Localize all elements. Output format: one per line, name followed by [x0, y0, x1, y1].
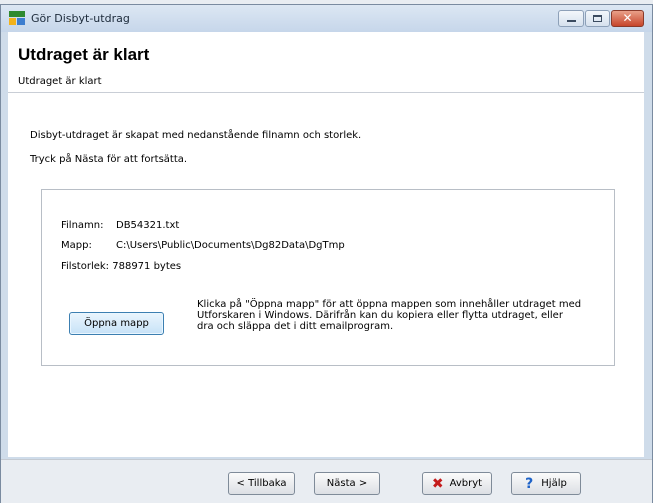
- filesize-value: 788971 bytes: [112, 261, 182, 272]
- back-button[interactable]: < Tillbaka: [228, 472, 295, 495]
- filename-row: Filnamn: DB54321.txt: [61, 220, 179, 231]
- maximize-button[interactable]: [585, 10, 610, 27]
- back-button-label: < Tillbaka: [236, 478, 287, 489]
- next-button-label: Nästa >: [326, 478, 368, 489]
- app-icon: [9, 11, 25, 25]
- folder-row: Mapp: C:\Users\Public\Documents\Dg82Data\…: [61, 240, 345, 251]
- maximize-icon: [593, 15, 602, 22]
- wizard-window: Gör Disbyt-utdrag ✕ Utdraget är klart Ut…: [0, 4, 653, 503]
- cancel-icon: ✖: [431, 475, 444, 492]
- instruction-text: Tryck på Nästa för att fortsätta.: [30, 154, 188, 165]
- filesize-row: Filstorlek: 788971 bytes: [61, 261, 181, 272]
- wizard-footer: < Tillbaka Nästa > ✖ Avbryt ? Hjälp: [1, 459, 652, 503]
- open-folder-button[interactable]: Öppna mapp: [69, 312, 164, 335]
- minimize-button[interactable]: [558, 10, 584, 27]
- file-info-box: Filnamn: DB54321.txt Mapp: C:\Users\Public…: [41, 189, 615, 366]
- folder-value: C:\Users\Public\Documents\Dg82Data\DgTmp: [116, 240, 345, 251]
- filename-label: Filnamn:: [61, 220, 104, 231]
- folder-label: Mapp:: [61, 240, 92, 251]
- help-button-label: Hjälp: [541, 478, 567, 489]
- help-button[interactable]: ? Hjälp: [511, 472, 581, 495]
- wizard-header: Utdraget är klart Utdraget är klart: [8, 32, 644, 93]
- window-title: Gör Disbyt-utdrag: [31, 12, 130, 25]
- filename-value: DB54321.txt: [116, 220, 180, 231]
- page-subtitle: Utdraget är klart: [18, 76, 102, 87]
- cancel-button-label: Avbryt: [449, 478, 483, 489]
- close-icon: ✕: [622, 11, 633, 25]
- info-text: Disbyt-utdraget är skapat med nedanståen…: [30, 130, 362, 141]
- wizard-content: Disbyt-utdraget är skapat med nedanståen…: [8, 93, 644, 457]
- help-icon: ?: [525, 475, 534, 492]
- page-title: Utdraget är klart: [18, 45, 150, 64]
- cancel-button[interactable]: ✖ Avbryt: [422, 472, 492, 495]
- close-button[interactable]: ✕: [611, 10, 644, 27]
- minimize-icon: [567, 20, 576, 22]
- filesize-label: Filstorlek:: [61, 261, 110, 272]
- open-folder-help-text: Klicka på "Öppna mapp" för att öppna map…: [197, 299, 582, 332]
- next-button[interactable]: Nästa >: [314, 472, 380, 495]
- title-bar: Gör Disbyt-utdrag ✕: [1, 5, 652, 32]
